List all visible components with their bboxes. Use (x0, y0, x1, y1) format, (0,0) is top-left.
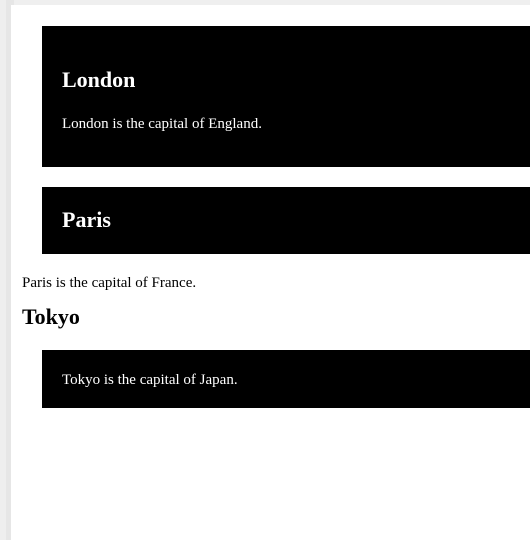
london-section: London London is the capital of England. (42, 26, 530, 167)
paris-text: Paris is the capital of France. (22, 275, 197, 291)
paris-section: Paris (42, 187, 530, 254)
window-left-gap (11, 5, 14, 540)
page-content: London London is the capital of England.… (22, 26, 530, 408)
window-top-edge (0, 0, 530, 5)
tokyo-text: Tokyo is the capital of Japan. (62, 372, 238, 388)
page-frame: London London is the capital of England.… (0, 0, 530, 540)
tokyo-section: Tokyo is the capital of Japan. (42, 350, 530, 408)
paris-heading: Paris (62, 207, 111, 232)
london-heading: London (62, 67, 136, 92)
london-text: London is the capital of England. (62, 116, 262, 132)
tokyo-heading: Tokyo (22, 304, 80, 329)
